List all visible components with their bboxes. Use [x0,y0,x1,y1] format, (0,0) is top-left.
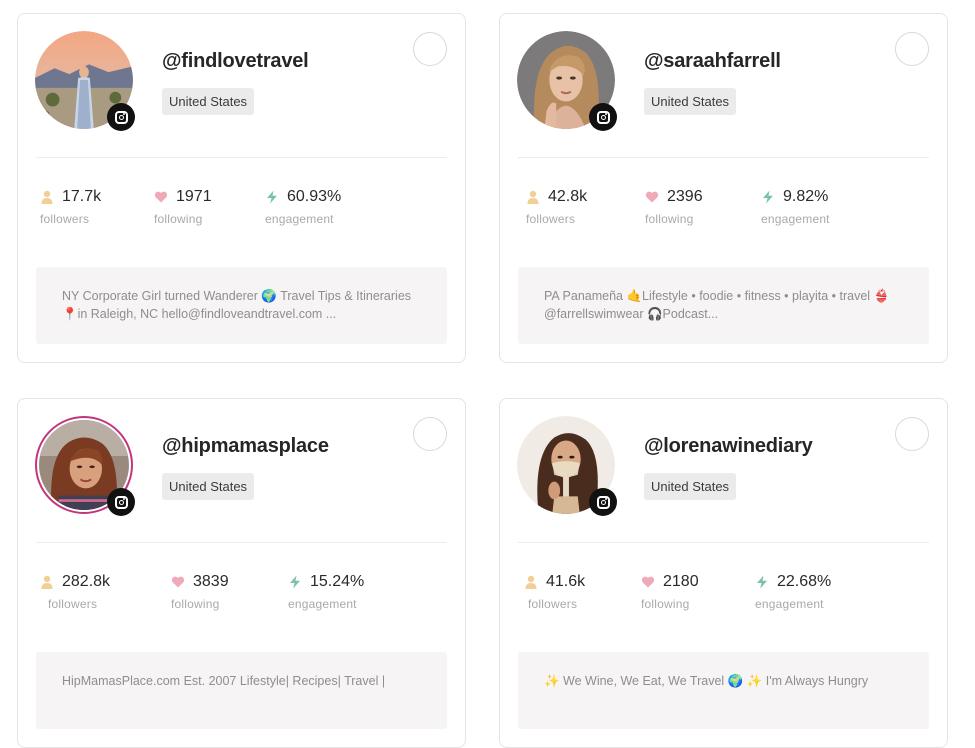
select-checkbox[interactable] [413,32,447,66]
bio-text: PA Panameña 🤙Lifestyle • foodie • fitnes… [518,267,929,344]
followers-count: 42.8k [548,188,588,205]
select-checkbox[interactable] [895,417,929,451]
country-badge: United States [644,473,737,500]
divider [36,542,447,543]
lightning-icon [267,190,277,204]
engagement-stat: 22.68% engagement [755,573,831,611]
person-icon [41,190,53,204]
instagram-icon [107,488,135,516]
handle[interactable]: @saraahfarrell [644,50,781,73]
select-checkbox[interactable] [413,417,447,451]
country-badge: United States [162,473,255,500]
followers-stat: 42.8k followers [526,188,587,226]
engagement-stat: 9.82% engagement [761,188,830,226]
person-icon [525,575,537,589]
followers-label: followers [40,212,90,226]
following-count: 3839 [193,573,229,590]
handle[interactable]: @findlovetravel [162,50,309,73]
avatar-container [517,31,617,131]
following-label: following [154,212,203,226]
lightning-icon [757,575,767,589]
engagement-rate: 22.68% [777,573,832,590]
followers-stat: 17.7k followers [40,188,101,226]
avatar-container [517,416,617,516]
person-icon [527,190,539,204]
engagement-rate: 60.93% [287,188,342,205]
engagement-label: engagement [755,597,824,611]
bio-text: HipMamasPlace.com Est. 2007 Lifestyle| R… [36,652,447,729]
followers-count: 17.7k [62,188,102,205]
heart-icon [154,191,168,203]
engagement-stat: 60.93% engagement [265,188,341,226]
following-label: following [641,597,690,611]
handle[interactable]: @lorenawinediary [644,435,813,458]
following-label: following [645,212,694,226]
followers-count: 282.8k [62,573,111,590]
following-stat: 2396 following [645,188,703,226]
followers-stat: 41.6k followers [524,573,585,611]
bio-text: ✨ We Wine, We Eat, We Travel 🌍 ✨ I'm Alw… [518,652,929,729]
divider [36,157,447,158]
following-stat: 3839 following [171,573,229,611]
followers-count: 41.6k [546,573,586,590]
influencer-card[interactable]: @hipmamasplace United States 282.8k foll… [17,398,466,748]
following-stat: 1971 following [154,188,212,226]
country-badge: United States [162,88,255,115]
bio-text: NY Corporate Girl turned Wanderer 🌍 Trav… [36,267,447,344]
divider [518,542,929,543]
engagement-label: engagement [761,212,830,226]
avatar-container [35,416,135,516]
followers-stat: 282.8k followers [40,573,110,611]
influencer-card[interactable]: @findlovetravel United States 17.7k foll… [17,13,466,363]
heart-icon [171,576,185,588]
engagement-label: engagement [288,597,357,611]
followers-label: followers [48,597,98,611]
lightning-icon [290,575,300,589]
lightning-icon [763,190,773,204]
following-count: 2180 [663,573,699,590]
engagement-label: engagement [265,212,334,226]
followers-label: followers [526,212,576,226]
select-checkbox[interactable] [895,32,929,66]
instagram-icon [107,103,135,131]
following-count: 1971 [176,188,212,205]
avatar-container [35,31,135,131]
engagement-rate: 15.24% [310,573,365,590]
instagram-icon [589,488,617,516]
divider [518,157,929,158]
heart-icon [645,191,659,203]
engagement-rate: 9.82% [783,188,829,205]
handle[interactable]: @hipmamasplace [162,435,329,458]
following-stat: 2180 following [641,573,699,611]
person-icon [41,575,53,589]
engagement-stat: 15.24% engagement [288,573,364,611]
following-count: 2396 [667,188,703,205]
followers-label: followers [528,597,578,611]
influencer-card[interactable]: @lorenawinediary United States 41.6k fol… [499,398,948,748]
influencer-card[interactable]: @saraahfarrell United States 42.8k follo… [499,13,948,363]
country-badge: United States [644,88,737,115]
instagram-icon [589,103,617,131]
heart-icon [641,576,655,588]
following-label: following [171,597,220,611]
